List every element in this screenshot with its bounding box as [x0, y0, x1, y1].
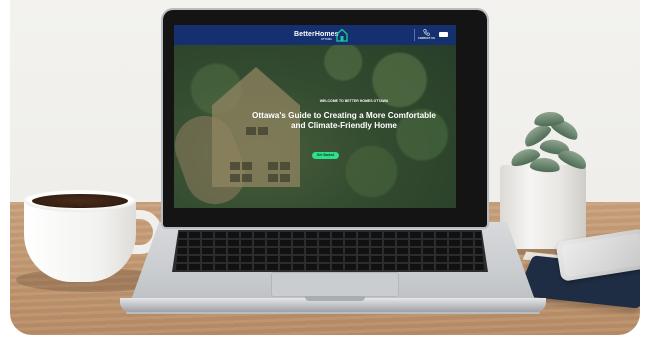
trackpad [271, 272, 399, 297]
phone-icon[interactable] [423, 29, 430, 36]
nav-divider [414, 29, 415, 41]
site-logo-text[interactable]: BetterHomes [294, 31, 339, 38]
contact-us-link[interactable]: CONTACT US [418, 37, 435, 40]
site-navbar: BetterHomes OTTAWA CONTACT US [174, 25, 456, 45]
website-screen: BetterHomes OTTAWA CONTACT US WELCOME TO… [174, 25, 456, 208]
hero-title: Ottawa's Guide to Creating a More Comfor… [252, 111, 436, 130]
hero-eyebrow: WELCOME TO BETTER HOMES OTTAWA [319, 99, 389, 103]
plant-pot [500, 165, 586, 249]
get-started-button[interactable]: Get Started [312, 152, 339, 159]
site-logo-subtext: OTTAWA [321, 38, 332, 41]
coffee [32, 194, 128, 208]
language-toggle-icon[interactable] [439, 32, 448, 37]
house-logo-icon[interactable] [336, 28, 348, 42]
